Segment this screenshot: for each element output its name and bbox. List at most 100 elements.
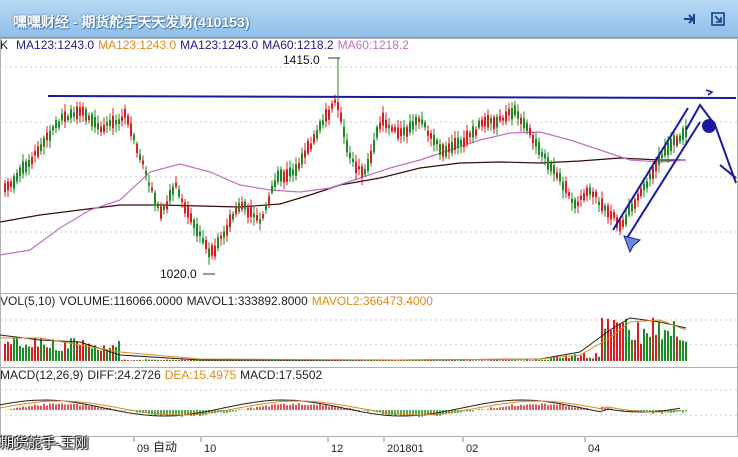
candle-body <box>25 161 27 172</box>
candle-body <box>361 166 363 178</box>
candle-body <box>145 170 147 175</box>
candle-body <box>103 124 105 133</box>
x-axis-label: 02 <box>466 443 478 455</box>
candle-body <box>670 138 672 152</box>
channel-lower-line <box>626 121 701 239</box>
candle-body <box>463 137 465 148</box>
candle-body <box>682 128 684 141</box>
candle-body <box>220 235 222 239</box>
candle-body <box>193 219 195 229</box>
volume-bar <box>142 360 144 361</box>
candle-body <box>556 172 558 179</box>
candle-body <box>199 231 201 236</box>
candle-body <box>568 192 570 197</box>
volume-bar <box>22 347 24 361</box>
candle-body <box>121 116 123 121</box>
candle-body <box>325 109 327 122</box>
candle-body <box>571 198 573 203</box>
volume-bar <box>631 339 633 361</box>
candle-body <box>160 206 162 219</box>
candle-body <box>91 113 93 127</box>
forecast-point <box>702 119 716 133</box>
candle-body <box>256 215 258 221</box>
volume-bar <box>679 340 681 361</box>
candle-body <box>547 157 549 170</box>
candle-body <box>514 105 516 116</box>
volume-bar <box>103 345 105 361</box>
volume-bar <box>448 360 450 361</box>
candle-body <box>13 176 15 189</box>
candle-body <box>274 180 276 188</box>
candle-body <box>367 159 369 171</box>
volume-bar <box>658 321 660 361</box>
auto-mode-label[interactable]: 自动 <box>153 438 177 455</box>
candle-body <box>241 202 243 210</box>
candle-body <box>541 152 543 157</box>
candle-body <box>613 212 615 218</box>
candle-body <box>340 112 342 122</box>
candle-body <box>523 118 525 129</box>
candle-body <box>544 153 546 159</box>
candle-body <box>214 245 216 257</box>
candle-body <box>310 143 312 150</box>
candle-body <box>148 182 150 186</box>
volume-bar <box>235 360 237 361</box>
volume-bar <box>499 360 501 361</box>
candle-body <box>226 225 228 236</box>
candle-body <box>439 144 441 155</box>
volume-bar <box>157 359 159 361</box>
candle-body <box>640 188 642 197</box>
volume-bar <box>571 355 573 361</box>
candle-body <box>394 127 396 132</box>
x-axis-label: 10 <box>204 443 216 455</box>
candle-body <box>667 142 669 156</box>
volume-bar <box>25 344 27 361</box>
restore-button[interactable] <box>709 10 727 28</box>
candle-body <box>331 103 333 109</box>
kline-chart[interactable]: 1415.0 1020.0 09 10 12 201801 02 04 <box>0 38 738 457</box>
pin-button[interactable] <box>680 10 698 28</box>
candle-body <box>517 111 519 119</box>
volume-bar <box>55 350 57 361</box>
candle-body <box>262 214 264 219</box>
volume-bar <box>85 344 87 361</box>
volume-bar <box>106 350 108 361</box>
volume-bar <box>682 340 684 361</box>
volume-bar <box>655 334 657 361</box>
volume-bar <box>190 359 192 361</box>
volume-bar <box>478 360 480 361</box>
candle-body <box>520 117 522 125</box>
volume-bar <box>595 353 597 361</box>
volume-bar <box>637 322 639 361</box>
volume-bar <box>148 359 150 361</box>
volume-bar <box>46 347 48 361</box>
candle-body <box>7 181 9 191</box>
pin-icon <box>684 14 695 24</box>
volume-bar <box>523 360 525 361</box>
candle-body <box>79 107 81 116</box>
candle-body <box>388 124 390 129</box>
candle-body <box>124 109 126 118</box>
candle-body <box>352 158 354 163</box>
volume-bar <box>526 359 528 361</box>
candle-body <box>64 111 66 122</box>
candle-body <box>223 231 225 238</box>
candle-body <box>19 167 21 176</box>
volume-bar <box>592 358 594 361</box>
candle-body <box>460 140 462 146</box>
volume-bar <box>121 360 123 361</box>
candle-body <box>238 202 240 212</box>
volume-bar <box>466 360 468 361</box>
volume-bar <box>163 360 165 361</box>
candle-body <box>157 203 159 208</box>
volume-bar <box>100 350 102 361</box>
candle-body <box>487 114 489 128</box>
candle-body <box>265 204 267 210</box>
volume-bar <box>442 360 444 361</box>
candle-body <box>469 132 471 137</box>
candle-body <box>406 127 408 137</box>
volume-bar <box>61 350 63 361</box>
volume-bar <box>40 337 42 361</box>
volume-bar <box>475 360 477 361</box>
volume-bar <box>517 360 519 361</box>
